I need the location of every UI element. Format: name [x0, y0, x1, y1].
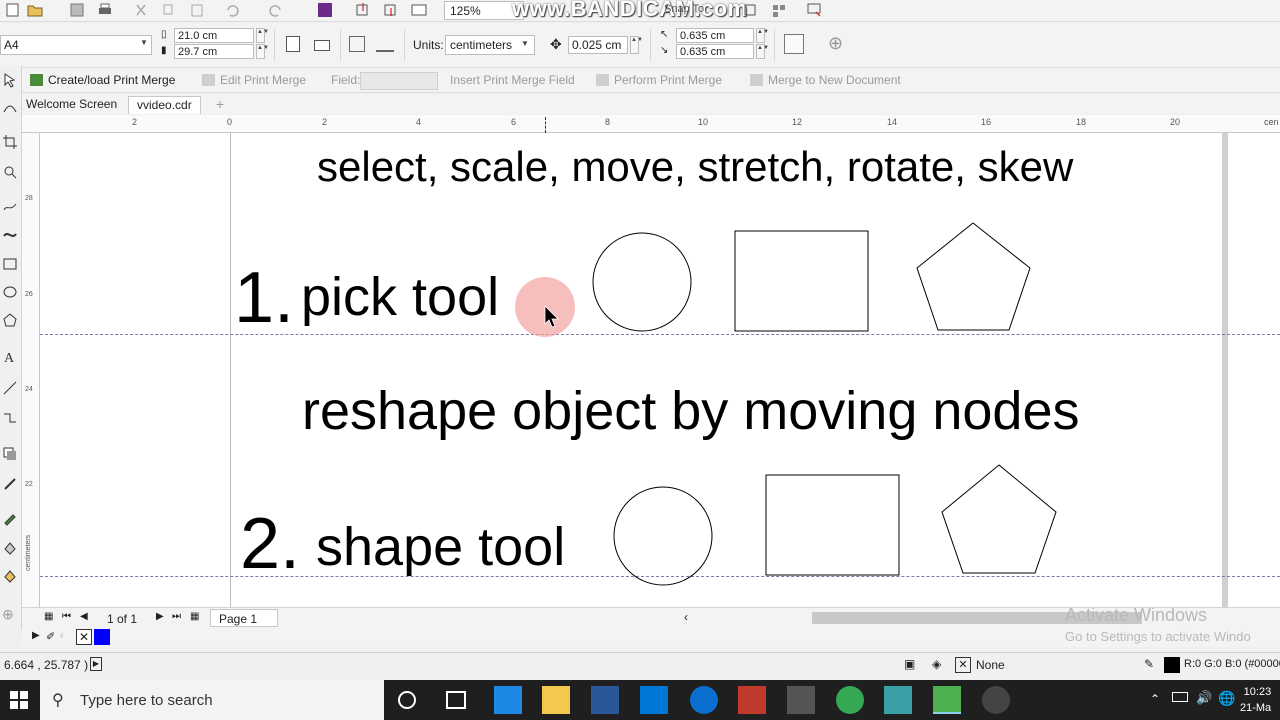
circle-shape[interactable]: [592, 232, 692, 332]
file-explorer-icon[interactable]: [542, 686, 570, 714]
last-page-icon[interactable]: ⏭: [172, 611, 181, 622]
rectangle-shape[interactable]: [765, 474, 900, 576]
circle-shape[interactable]: [613, 486, 713, 586]
windows-taskbar: ⚲ Type here to search ⌃ 🔊 🌐 10:23 21-Ma: [0, 680, 1280, 720]
search-icon: ⚲: [52, 692, 64, 709]
rectangle-shape[interactable]: [734, 230, 869, 332]
eyedropper-icon[interactable]: ✐: [46, 630, 55, 643]
outline-color-readout: R:0 G:0 B:0 (#00000: [1184, 658, 1280, 670]
store-icon[interactable]: [494, 686, 522, 714]
outline-pen-icon: ✎: [1144, 657, 1155, 671]
mail-icon[interactable]: [640, 686, 668, 714]
page-tab[interactable]: Page 1: [210, 609, 278, 627]
battery-icon[interactable]: [1172, 692, 1188, 702]
no-color-swatch[interactable]: ✕: [76, 629, 92, 645]
windows-start-icon[interactable]: [10, 691, 28, 709]
no-fill-swatch: ✕: [955, 657, 971, 673]
bandicam-icon[interactable]: [982, 686, 1010, 714]
clock-date: 21-Ma: [1240, 702, 1272, 714]
blue-color-swatch[interactable]: [94, 629, 110, 645]
previous-page-icon[interactable]: ◀: [80, 611, 88, 622]
next-page-icon[interactable]: ▶: [156, 611, 164, 622]
first-page-icon[interactable]: ⏮: [62, 611, 71, 622]
status-bar: 6.664 , 25.787 ) ▶ ▣ ◈ ✕ None ✎ R:0 G:0 …: [0, 652, 1280, 676]
pentagon-shape[interactable]: [916, 222, 1031, 331]
volume-icon[interactable]: 🔊: [1196, 690, 1212, 706]
search-placeholder: Type here to search: [80, 692, 213, 709]
clock-time: 10:23: [1243, 686, 1272, 698]
palette-scroll-icon[interactable]: ‹: [60, 630, 63, 641]
cortana-icon[interactable]: [398, 691, 416, 709]
page-count: 1 of 1: [107, 612, 138, 626]
chrome-icon[interactable]: [836, 686, 864, 714]
pentagon-shape[interactable]: [941, 464, 1057, 574]
activate-windows-title: Activate Windows: [1065, 605, 1208, 625]
coreldraw-window: 125% www.BANDICAM.com Snap To A4 ▼ ▯ 21.…: [0, 0, 1280, 720]
cursor-coordinates: 6.664 , 25.787 ): [4, 658, 89, 672]
show-hidden-icons-icon[interactable]: ⌃: [1150, 692, 1160, 706]
proof-colors-icon[interactable]: ▣: [904, 657, 915, 671]
word-icon[interactable]: [591, 686, 619, 714]
page-options-icon[interactable]: ▦: [44, 611, 53, 622]
coreldraw-icon[interactable]: [933, 686, 961, 714]
corel-photo-paint-icon[interactable]: [884, 686, 912, 714]
scroll-left-icon[interactable]: ‹: [684, 610, 688, 624]
add-page-icon[interactable]: ▦: [190, 611, 199, 622]
camera-icon[interactable]: [787, 686, 815, 714]
fill-bucket-icon: ◈: [932, 657, 942, 671]
edge-icon[interactable]: [690, 686, 718, 714]
palette-expand-icon[interactable]: ▶: [32, 630, 40, 641]
activate-windows-subtitle: Go to Settings to activate Windo: [1065, 629, 1251, 644]
play-icon[interactable]: ▶: [90, 657, 102, 671]
outline-color-swatch: [1164, 657, 1180, 673]
task-view-icon[interactable]: [446, 691, 466, 709]
spss-icon[interactable]: [738, 686, 766, 714]
network-icon[interactable]: 🌐: [1218, 690, 1235, 707]
fill-color-status: None: [976, 658, 1005, 672]
system-clock[interactable]: 10:23 21-Ma: [1240, 684, 1271, 716]
